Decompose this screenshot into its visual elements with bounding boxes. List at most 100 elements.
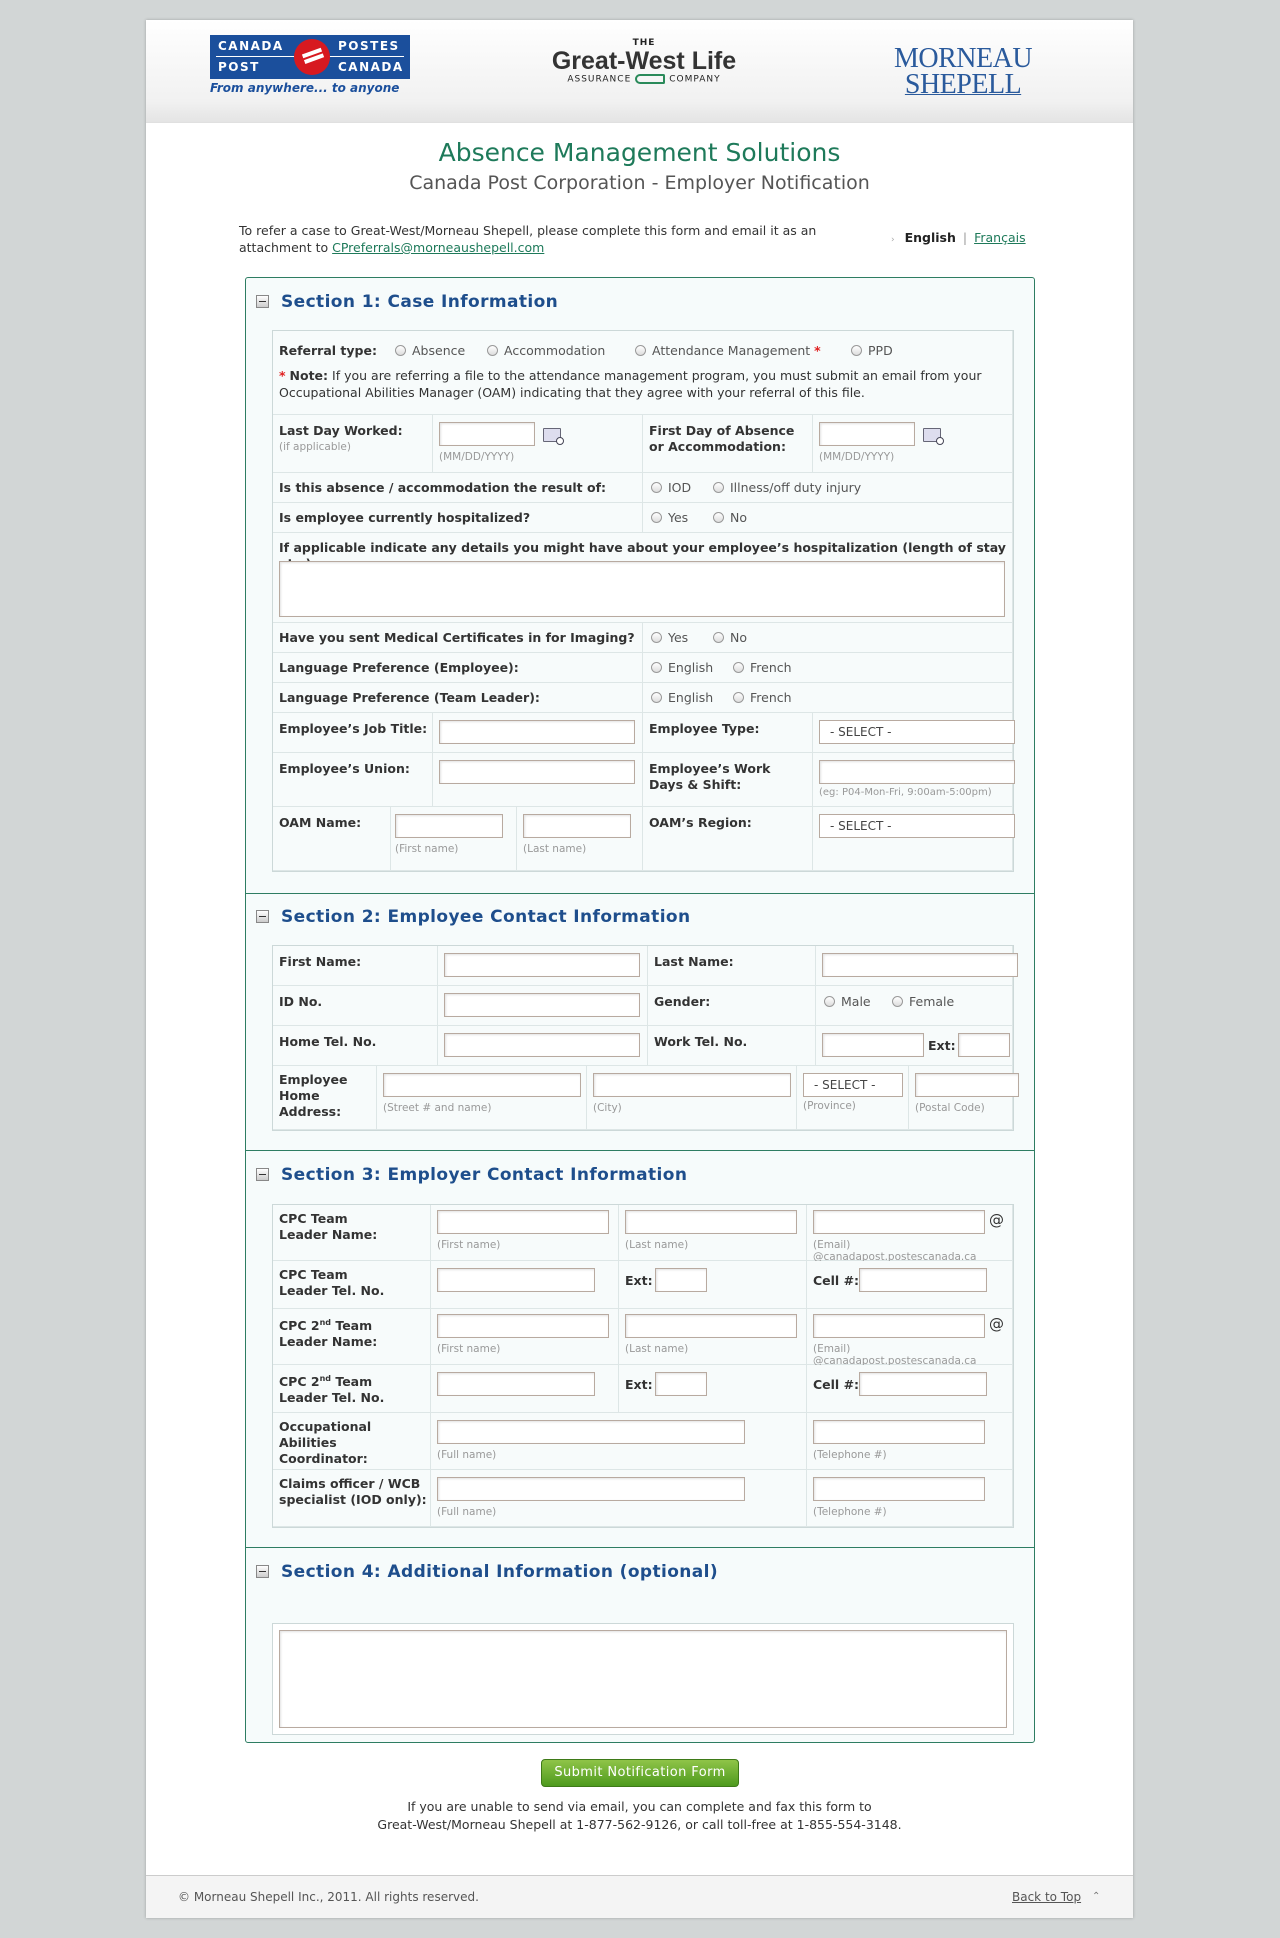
hospitalization-details-textarea[interactable] — [279, 561, 1005, 617]
employee-last-name-input[interactable] — [822, 953, 1018, 977]
tl2-cell-input[interactable] — [859, 1372, 987, 1396]
first-day-absence-input[interactable] — [819, 422, 915, 446]
radio-accommodation[interactable]: Accommodation — [487, 343, 605, 358]
home-tel-label: Home Tel. No. — [279, 1034, 377, 1049]
radio-illness-off-duty[interactable]: Illness/off duty injury — [713, 480, 861, 495]
lang-francais-link[interactable]: Français — [974, 230, 1026, 245]
intro-text: To refer a case to Great-West/Morneau Sh… — [239, 223, 817, 255]
employee-id-input[interactable] — [444, 993, 640, 1017]
second-team-leader-tel-label: CPC 2nd Team Leader Tel. No. — [279, 1374, 385, 1406]
page-subtitle: Canada Post Corporation - Employer Notif… — [409, 172, 870, 194]
page-title: Absence Management Solutions — [438, 138, 841, 167]
tl-tel-ext-input[interactable] — [655, 1268, 707, 1292]
tl-tel-input[interactable] — [437, 1268, 595, 1292]
radio-medcert-yes[interactable]: Yes — [651, 630, 688, 645]
last-name-label: Last Name: — [654, 954, 734, 969]
oam-first-name-input[interactable] — [395, 814, 503, 838]
language-switcher: › English | Français — [891, 230, 1026, 245]
job-title-input[interactable] — [439, 720, 635, 744]
submit-button[interactable]: Submit Notification Form — [541, 1759, 739, 1787]
work-days-label: Employee’s Work Days & Shift: — [649, 761, 771, 792]
street-input[interactable] — [383, 1073, 581, 1097]
radio-iod[interactable]: IOD — [651, 480, 691, 495]
key-icon — [635, 74, 666, 84]
collapse-icon[interactable] — [256, 1565, 269, 1578]
home-address-label: Employee Home Address: — [279, 1072, 348, 1119]
claims-telephone-input[interactable] — [813, 1477, 985, 1501]
home-tel-input[interactable] — [444, 1033, 640, 1057]
collapse-icon[interactable] — [256, 910, 269, 923]
last-day-worked-input[interactable] — [439, 422, 535, 446]
employee-type-select[interactable]: - SELECT - — [819, 720, 1015, 744]
work-tel-input[interactable] — [822, 1033, 924, 1057]
radio-teamleader-french[interactable]: French — [733, 690, 792, 705]
radio-employee-english[interactable]: English — [651, 660, 713, 675]
tl-first-name-input[interactable] — [437, 1210, 609, 1234]
tl-cell-input[interactable] — [859, 1268, 987, 1292]
last-day-worked-label: Last Day Worked: — [279, 423, 403, 438]
chevron-up-icon[interactable]: ⌃ — [1092, 1892, 1102, 1902]
section-2-box: First Name: Last Name: ID No. Gender: Ma… — [272, 945, 1019, 1131]
oam-region-select[interactable]: - SELECT - — [819, 814, 1015, 838]
oam-last-name-input[interactable] — [523, 814, 631, 838]
radio-ppd[interactable]: PPD — [851, 343, 893, 358]
arrow-icon: › — [891, 235, 895, 245]
radio-female[interactable]: Female — [892, 994, 954, 1009]
language-employee-label: Language Preference (Employee): — [279, 660, 519, 675]
page-container: CANADA POSTES POST CANADA From anywhere.… — [146, 20, 1133, 1918]
city-input[interactable] — [593, 1073, 791, 1097]
section-3-box: CPC Team Leader Name: (First name) (Last … — [272, 1204, 1014, 1528]
morneau-shepell-logo: MORNEAU SHEPELL — [894, 43, 1033, 100]
calendar-icon[interactable] — [543, 428, 564, 445]
collapse-icon[interactable] — [256, 1168, 269, 1181]
union-input[interactable] — [439, 760, 635, 784]
referral-form: Section 1: Case Information Referral typ… — [245, 277, 1035, 1743]
radio-teamleader-english[interactable]: English — [651, 690, 713, 705]
work-days-input[interactable] — [819, 760, 1015, 784]
referral-row: Referral type: Absence Accommodation Att… — [273, 331, 1013, 415]
tl-email-input[interactable] — [813, 1210, 985, 1234]
canada-post-emblem-icon — [294, 39, 330, 75]
language-team-leader-label: Language Preference (Team Leader): — [279, 690, 540, 705]
additional-info-textarea[interactable] — [279, 1630, 1007, 1728]
page-header: CANADA POSTES POST CANADA From anywhere.… — [146, 20, 1133, 123]
referral-note: * Note: If you are referring a file to t… — [279, 368, 982, 400]
province-select[interactable]: - SELECT - — [803, 1073, 903, 1097]
fax-instructions: If you are unable to send via email, you… — [377, 1799, 902, 1832]
claims-full-name-input[interactable] — [437, 1477, 745, 1501]
tl2-first-name-input[interactable] — [437, 1314, 609, 1338]
page-footer: © Morneau Shepell Inc., 2011. All rights… — [146, 1876, 1133, 1918]
postal-code-input[interactable] — [915, 1073, 1019, 1097]
referral-email-link[interactable]: CPreferrals@morneaushepell.com — [332, 240, 544, 255]
radio-attendance-management[interactable]: Attendance Management * — [635, 343, 821, 358]
section-3-header[interactable]: Section 3: Employer Contact Information — [256, 1164, 687, 1188]
radio-employee-french[interactable]: French — [733, 660, 792, 675]
radio-hospitalized-no[interactable]: No — [713, 510, 747, 525]
radio-male[interactable]: Male — [824, 994, 871, 1009]
tl2-email-input[interactable] — [813, 1314, 985, 1338]
tl2-tel-input[interactable] — [437, 1372, 595, 1396]
oac-full-name-input[interactable] — [437, 1420, 745, 1444]
section-4-header[interactable]: Section 4: Additional Information (optio… — [256, 1561, 718, 1585]
section-divider — [246, 1547, 1034, 1548]
section-1-header[interactable]: Section 1: Case Information — [256, 291, 558, 315]
section-2-header[interactable]: Section 2: Employee Contact Information — [256, 906, 691, 930]
calendar-icon[interactable] — [923, 428, 944, 445]
oac-label: Occupational Abilities Coordinator: — [279, 1419, 372, 1466]
radio-hospitalized-yes[interactable]: Yes — [651, 510, 688, 525]
id-label: ID No. — [279, 994, 323, 1009]
oac-telephone-input[interactable] — [813, 1420, 985, 1444]
radio-absence[interactable]: Absence — [395, 343, 465, 358]
radio-medcert-no[interactable]: No — [713, 630, 747, 645]
collapse-icon[interactable] — [256, 295, 269, 308]
tl-last-name-input[interactable] — [625, 1210, 797, 1234]
employee-first-name-input[interactable] — [444, 953, 640, 977]
tl2-last-name-input[interactable] — [625, 1314, 797, 1338]
work-tel-ext-input[interactable] — [958, 1033, 1010, 1057]
back-to-top-link[interactable]: Back to Top — [1012, 1890, 1081, 1904]
gender-label: Gender: — [654, 994, 711, 1009]
tl2-tel-ext-input[interactable] — [655, 1372, 707, 1396]
oam-region-label: OAM’s Region: — [649, 815, 752, 830]
medical-certificates-label: Have you sent Medical Certificates in fo… — [279, 630, 635, 645]
employee-type-label: Employee Type: — [649, 721, 760, 736]
